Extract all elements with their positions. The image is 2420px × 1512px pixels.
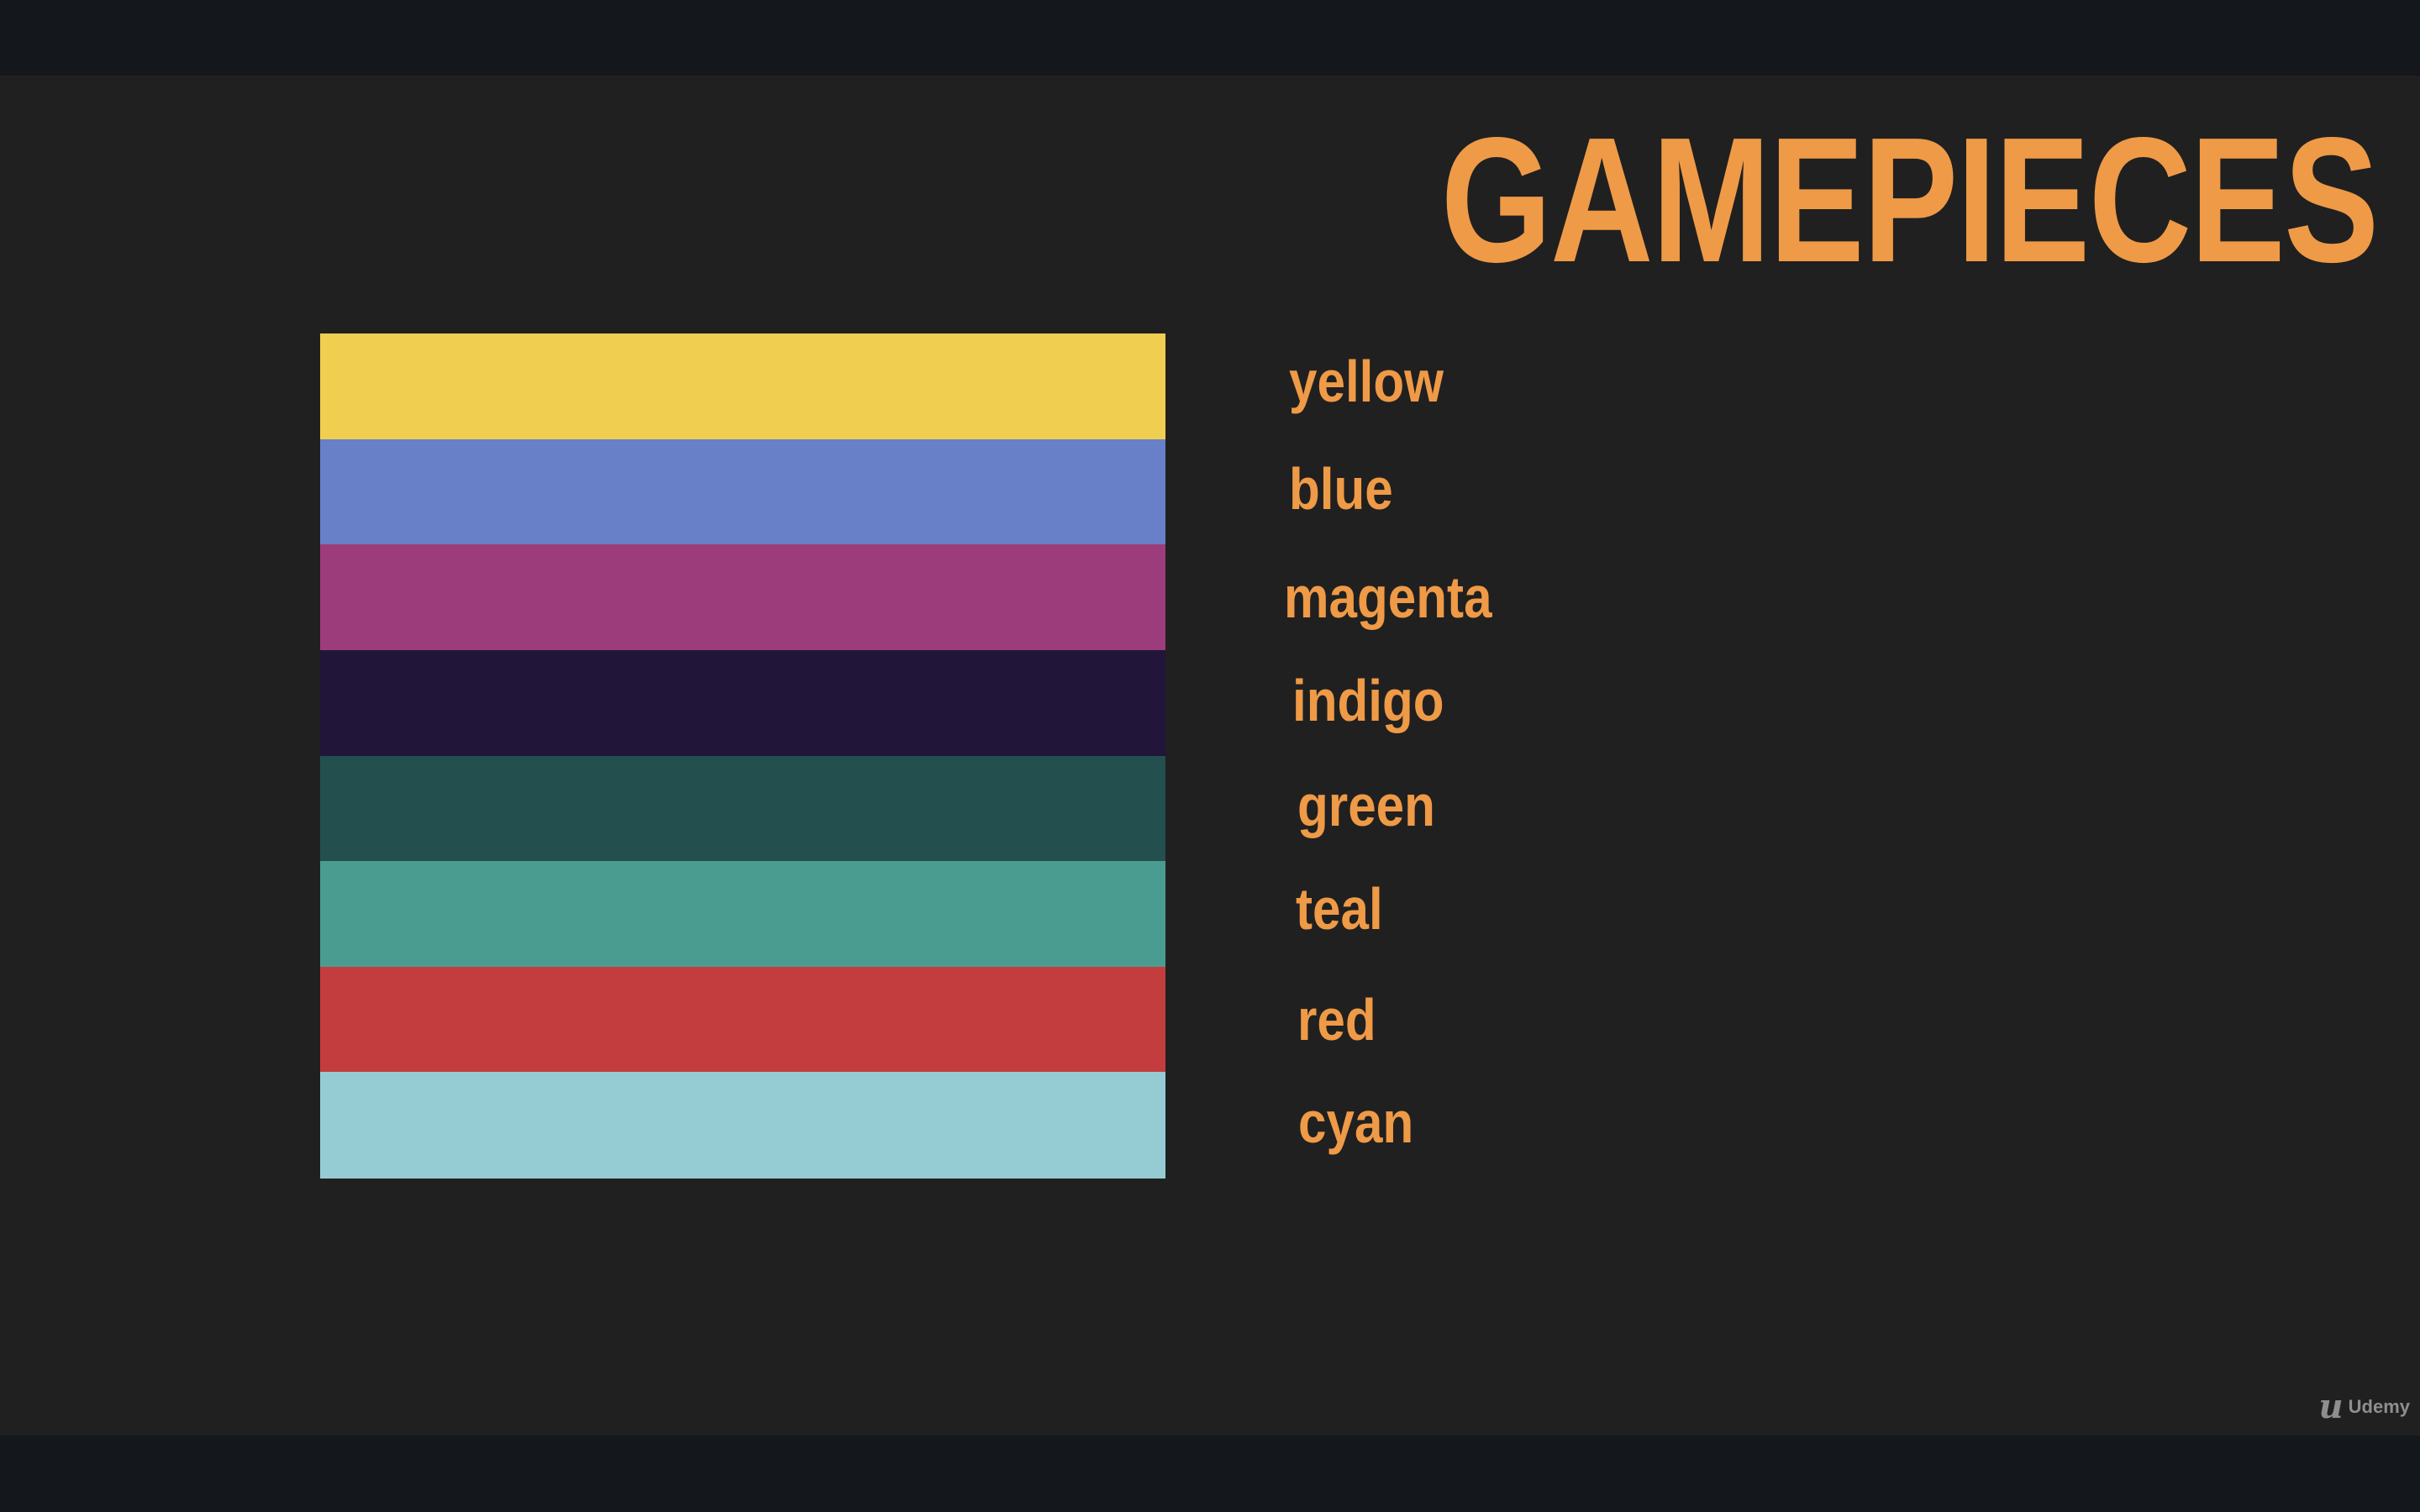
swatch-green	[320, 755, 1165, 862]
color-swatch-stack	[320, 333, 1165, 1179]
color-label-indigo: indigo	[1292, 667, 1444, 733]
color-label-list: yellow blue magenta indigo green teal red cyan	[1277, 333, 1697, 1178]
swatch-cyan	[320, 1072, 1165, 1179]
color-label-green: green	[1297, 773, 1435, 839]
color-label-blue: blue	[1289, 456, 1393, 522]
swatch-indigo	[320, 649, 1165, 756]
brand-name: Udemy	[2348, 1396, 2410, 1417]
swatch-blue	[320, 438, 1165, 545]
color-label-magenta: magenta	[1284, 564, 1492, 631]
slide-title: GAMEPIECES	[1441, 100, 2379, 299]
swatch-red	[320, 966, 1165, 1073]
top-letterbox-bar	[0, 0, 2420, 76]
udemy-watermark: u Udemy	[2319, 1390, 2410, 1424]
bottom-letterbox-bar	[0, 1436, 2420, 1512]
color-label-yellow: yellow	[1289, 348, 1444, 414]
swatch-yellow	[320, 333, 1165, 440]
color-label-teal: teal	[1296, 875, 1383, 942]
udemy-logo-icon: u	[2318, 1387, 2344, 1426]
presentation-slide: GAMEPIECES yellow blue magenta indigo green t…	[0, 76, 2420, 1436]
swatch-magenta	[320, 544, 1165, 651]
color-label-red: red	[1297, 986, 1376, 1053]
color-label-cyan: cyan	[1298, 1089, 1414, 1156]
swatch-teal	[320, 861, 1165, 968]
